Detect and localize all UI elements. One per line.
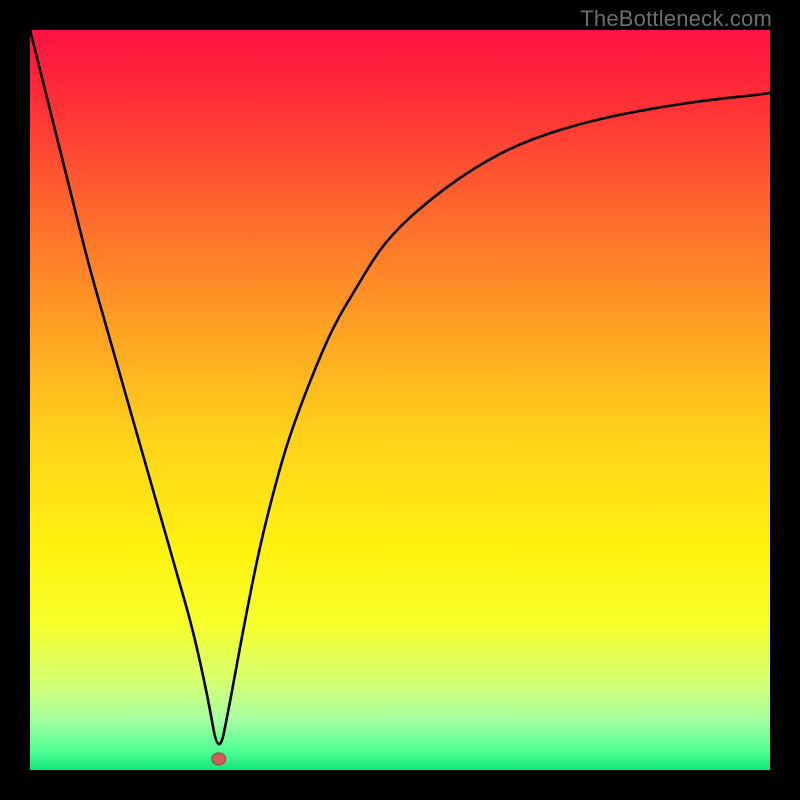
plot-area — [30, 30, 770, 770]
watermark-text: TheBottleneck.com — [580, 6, 772, 32]
chart-frame: TheBottleneck.com — [0, 0, 800, 800]
bottleneck-curve — [30, 30, 770, 770]
